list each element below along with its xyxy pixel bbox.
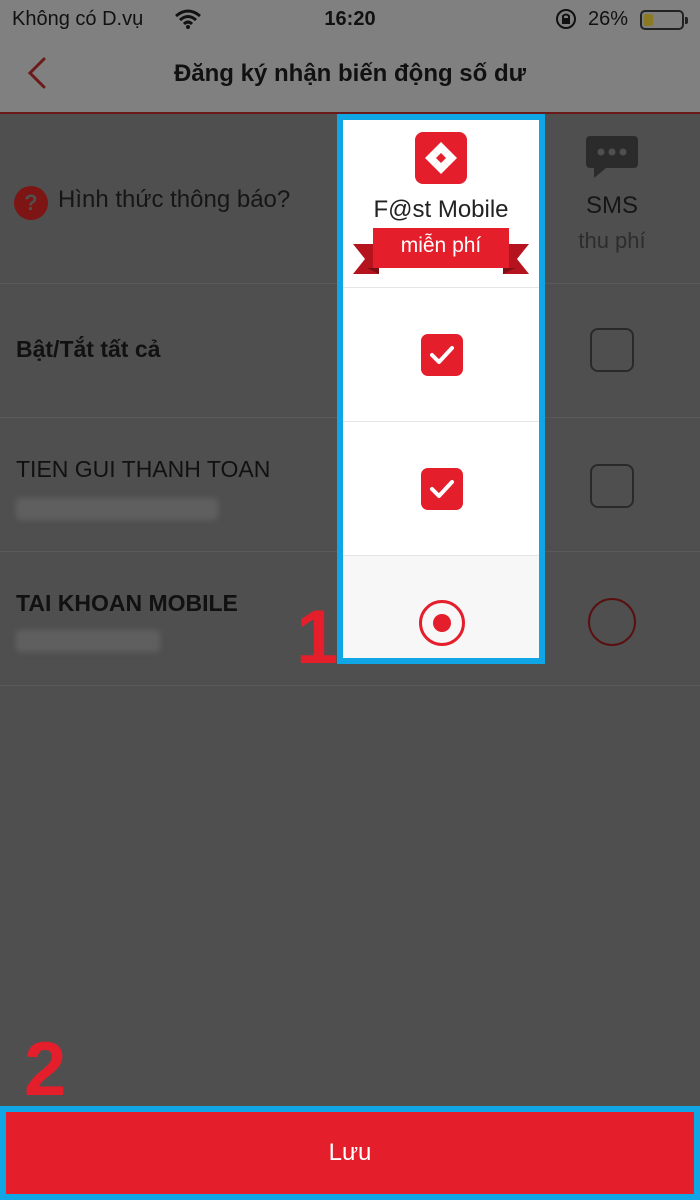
- nav-bar: Đăng ký nhận biến động số dư: [0, 40, 700, 114]
- fast-mobile-header: F@st Mobile miễn phí: [343, 120, 539, 288]
- save-button-highlight: Lưu: [0, 1106, 700, 1200]
- masked-account-number: [16, 630, 160, 652]
- fast-mobile-account-cell: [343, 422, 539, 556]
- toggle-all-label: Bật/Tắt tất cả: [16, 336, 161, 362]
- account-name-label: TAI KHOAN MOBILE: [16, 590, 238, 616]
- fast-mobile-toggle-all-cell: [343, 288, 539, 422]
- save-button[interactable]: Lưu: [6, 1112, 694, 1194]
- sms-account-checkbox[interactable]: [590, 464, 634, 508]
- fast-mobile-channel-label: F@st Mobile: [373, 196, 509, 223]
- sms-fee-label: thu phí: [578, 228, 646, 253]
- fast-mobile-account-checkbox[interactable]: [421, 468, 463, 510]
- sms-channel-label: SMS: [585, 192, 638, 219]
- masked-account-number: [16, 498, 218, 520]
- account-name-label: TIEN GUI THANH TOAN: [16, 456, 271, 482]
- battery-percent: 26%: [588, 8, 629, 30]
- fast-mobile-account-cell: [343, 556, 539, 658]
- step-1-annotation: 1: [296, 595, 339, 680]
- page-title: Đăng ký nhận biến động số dư: [173, 60, 527, 87]
- radio-selected-dot: [433, 614, 451, 632]
- chat-bubble-icon: [586, 136, 638, 178]
- fast-mobile-account-radio[interactable]: [419, 600, 465, 646]
- sms-toggle-all-checkbox[interactable]: [590, 328, 634, 372]
- rotation-lock-icon: [554, 7, 578, 37]
- status-bar: Không có D.vụ 16:20 26%: [0, 0, 700, 40]
- battery-icon: [640, 10, 688, 30]
- fast-mobile-toggle-all-checkbox[interactable]: [421, 334, 463, 376]
- step-2-annotation: 2: [24, 1027, 67, 1112]
- fast-mobile-column: F@st Mobile miễn phí: [337, 114, 545, 664]
- sms-account-radio[interactable]: [588, 598, 636, 646]
- fast-mobile-fee-label: miễn phí: [400, 234, 482, 257]
- question-icon[interactable]: ?: [14, 186, 48, 220]
- fast-mobile-logo-icon: [415, 132, 467, 184]
- battery-level: [644, 14, 654, 26]
- notification-method-label: Hình thức thông báo?: [58, 186, 291, 213]
